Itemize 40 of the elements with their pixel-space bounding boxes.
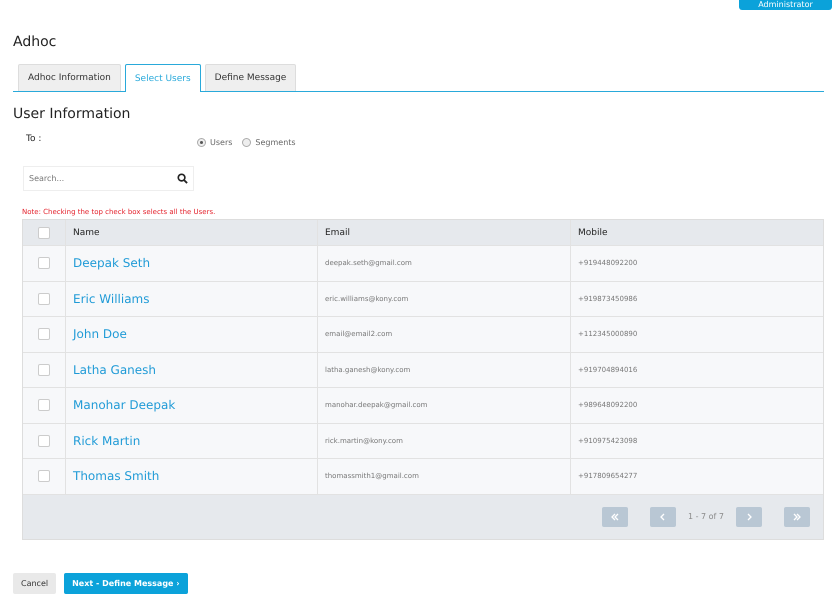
page-title: Adhoc bbox=[13, 34, 58, 52]
user-button[interactable]: Administrator bbox=[739, 0, 832, 10]
next-page-button[interactable] bbox=[736, 506, 762, 526]
row-checkbox[interactable] bbox=[38, 399, 50, 412]
user-name-link[interactable]: Rick Martin bbox=[66, 424, 318, 458]
user-name-link[interactable]: Latha Ganesh bbox=[66, 352, 318, 387]
search-icon[interactable] bbox=[177, 173, 188, 184]
radio-label: Users bbox=[210, 138, 232, 146]
cancel-button[interactable]: Cancel bbox=[13, 572, 56, 594]
user-name-link[interactable]: Thomas Smith bbox=[66, 459, 318, 494]
column-header: Name bbox=[66, 220, 318, 245]
previous-page-button[interactable] bbox=[650, 506, 676, 526]
row-checkbox[interactable] bbox=[38, 434, 50, 447]
first-page-button[interactable] bbox=[602, 506, 628, 526]
double-chevron-right-icon bbox=[792, 512, 802, 522]
row-checkbox[interactable] bbox=[38, 470, 50, 482]
page-range: 1 - 7 of 7 bbox=[688, 512, 724, 521]
last-page-button[interactable] bbox=[784, 506, 810, 526]
user-name-link[interactable]: John Doe bbox=[66, 317, 318, 352]
user-name-link[interactable]: Eric Williams bbox=[66, 282, 318, 316]
user-name-link[interactable]: Manohar Deepak bbox=[66, 388, 318, 422]
radio-label: Segments bbox=[255, 138, 296, 146]
section-title: User Information bbox=[13, 106, 132, 122]
tab[interactable]: Adhoc Information bbox=[18, 64, 121, 91]
row-checkbox[interactable] bbox=[38, 364, 50, 376]
radio-button[interactable] bbox=[242, 138, 252, 146]
radio-button[interactable] bbox=[197, 138, 206, 146]
row-checkbox[interactable] bbox=[38, 328, 50, 340]
row-checkbox[interactable] bbox=[38, 292, 50, 305]
field-label: To : bbox=[26, 134, 42, 146]
search-field[interactable]: Search... bbox=[23, 166, 194, 191]
tab[interactable]: Select Users bbox=[124, 64, 201, 92]
column-header: Mobile bbox=[577, 226, 609, 240]
row-checkbox[interactable] bbox=[38, 257, 50, 270]
select-all-checkbox[interactable] bbox=[38, 226, 50, 238]
user-name-link[interactable]: Deepak Seth bbox=[66, 246, 318, 280]
column-header: Email bbox=[318, 220, 571, 245]
tab[interactable]: Define Message bbox=[204, 64, 296, 91]
double-chevron-left-icon bbox=[610, 512, 620, 522]
next-button[interactable]: Next - Define Message › bbox=[64, 572, 188, 594]
